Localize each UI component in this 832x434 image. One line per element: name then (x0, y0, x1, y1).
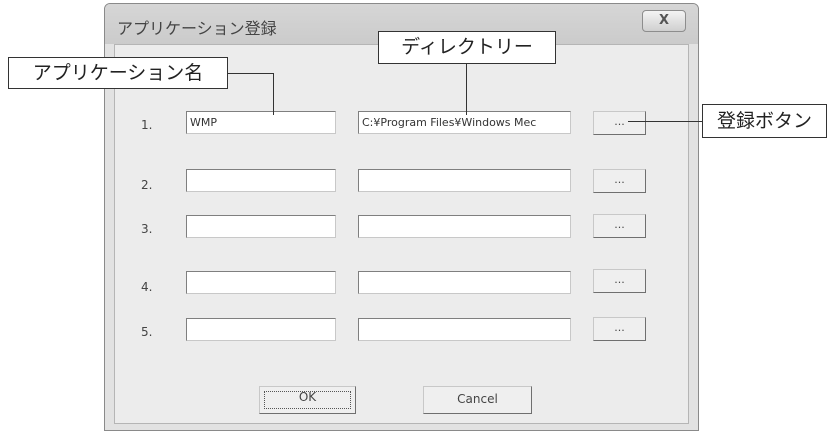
browse-button-1[interactable]: ... (593, 111, 646, 135)
dialog-body: 1. WMP C:¥Program Files¥Windows Mec ... … (114, 44, 689, 424)
browse-button-5[interactable]: ... (593, 317, 646, 341)
app-name-field-5[interactable] (186, 318, 336, 341)
callout-app-name: アプリケーション名 (8, 57, 228, 89)
directory-field-1[interactable]: C:¥Program Files¥Windows Mec (358, 111, 571, 134)
dialog-title: アプリケーション登録 (117, 19, 277, 38)
app-name-field-3[interactable] (186, 215, 336, 238)
directory-field-4[interactable] (358, 271, 571, 294)
callout-app-name-leader-v (273, 73, 274, 115)
directory-field-3[interactable] (358, 215, 571, 238)
callout-register-button: 登録ボタン (702, 104, 827, 138)
app-name-field-2[interactable] (186, 169, 336, 192)
directory-field-2[interactable] (358, 169, 571, 192)
cancel-button-label: Cancel (457, 392, 498, 406)
ok-button[interactable]: OK (259, 386, 356, 414)
cancel-button[interactable]: Cancel (423, 386, 532, 414)
browse-button-2[interactable]: ... (593, 169, 646, 193)
browse-button-3[interactable]: ... (593, 214, 646, 238)
row-number-5: 5. (141, 325, 153, 339)
close-icon: X (658, 13, 670, 28)
browse-button-4[interactable]: ... (593, 269, 646, 293)
callout-directory: ディレクトリー (378, 31, 556, 64)
directory-field-5[interactable] (358, 318, 571, 341)
callout-directory-leader (466, 64, 467, 115)
row-number-1: 1. (141, 118, 153, 132)
close-button[interactable]: X (642, 10, 686, 32)
row-number-2: 2. (141, 178, 153, 192)
row-number-4: 4. (141, 280, 153, 294)
callout-app-name-leader-h (228, 73, 274, 74)
app-name-field-4[interactable] (186, 271, 336, 294)
app-name-field-1[interactable]: WMP (186, 111, 336, 134)
ok-button-label: OK (298, 390, 317, 404)
callout-register-leader (628, 121, 702, 122)
row-number-3: 3. (141, 222, 153, 236)
